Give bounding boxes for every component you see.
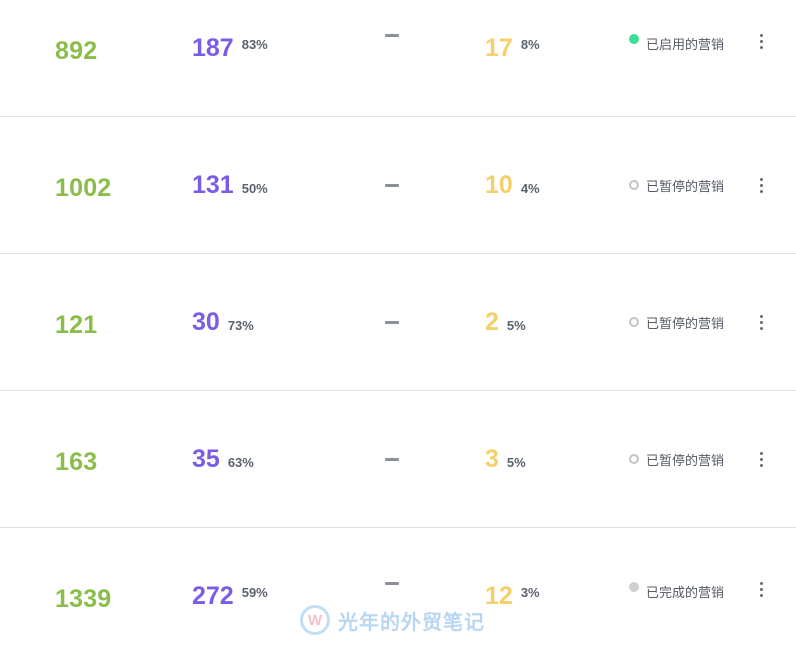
- click-count-empty: [385, 34, 399, 37]
- sent-count: 1339: [55, 585, 112, 613]
- status-badge: 已暂停的营销: [629, 254, 724, 390]
- click-count-empty: [385, 183, 399, 187]
- more-vertical-icon[interactable]: [759, 582, 763, 597]
- unsubscribe-count: 17: [485, 34, 513, 62]
- open-rate: 50%: [241, 180, 268, 196]
- open-count: 35: [192, 444, 220, 473]
- status-label: 已暂停的营销: [646, 179, 725, 195]
- open-rate: 83%: [241, 37, 268, 52]
- status-dot-icon: [629, 454, 639, 464]
- more-vertical-icon[interactable]: [759, 314, 763, 330]
- sent-count: 892: [55, 37, 98, 65]
- status-dot-icon: [629, 180, 639, 190]
- click-count-empty: [385, 582, 399, 585]
- open-count: 30: [192, 307, 220, 336]
- unsubscribe-count: 10: [485, 170, 513, 199]
- more-vertical-icon[interactable]: [759, 451, 763, 467]
- sent-count: 121: [55, 310, 98, 339]
- open-count: 131: [192, 170, 234, 199]
- status-badge: 已暂停的营销: [629, 117, 724, 253]
- click-count-empty: [385, 457, 399, 461]
- status-label: 已暂停的营销: [646, 316, 725, 332]
- unsubscribe-rate: 5%: [506, 317, 526, 333]
- open-count: 272: [192, 582, 234, 610]
- sent-count: 1002: [55, 173, 112, 202]
- open-rate: 59%: [241, 585, 268, 600]
- campaign-stats-table: 892 187 83% 17 8% 已启用的营销 1002 131 50% 10…: [0, 0, 796, 665]
- status-label: 已暂停的营销: [646, 453, 725, 469]
- status-dot-icon: [629, 34, 639, 44]
- table-row[interactable]: 163 35 63% 3 5% 已暂停的营销: [0, 391, 796, 528]
- more-vertical-icon[interactable]: [759, 34, 763, 49]
- more-vertical-icon[interactable]: [759, 177, 763, 193]
- status-dot-icon: [629, 317, 639, 327]
- unsubscribe-rate: 5%: [506, 454, 526, 470]
- status-label: 已启用的营销: [646, 38, 725, 53]
- open-rate: 63%: [227, 454, 254, 470]
- unsubscribe-rate: 3%: [520, 585, 540, 600]
- click-count-empty: [385, 320, 399, 324]
- open-rate: 73%: [227, 317, 254, 333]
- status-badge: 已暂停的营销: [629, 391, 724, 527]
- unsubscribe-count: 3: [485, 444, 499, 473]
- status-dot-icon: [629, 582, 639, 592]
- status-label: 已完成的营销: [646, 586, 725, 601]
- table-row[interactable]: 892 187 83% 17 8% 已启用的营销: [0, 0, 796, 117]
- status-badge: 已启用的营销: [629, 0, 724, 116]
- unsubscribe-rate: 4%: [520, 180, 540, 196]
- table-row[interactable]: 1002 131 50% 10 4% 已暂停的营销: [0, 117, 796, 254]
- table-row[interactable]: 1339 272 59% 12 3% 已完成的营销: [0, 528, 796, 665]
- sent-count: 163: [55, 447, 98, 476]
- table-row[interactable]: 121 30 73% 2 5% 已暂停的营销: [0, 254, 796, 391]
- open-count: 187: [192, 34, 234, 62]
- unsubscribe-rate: 8%: [520, 37, 540, 52]
- unsubscribe-count: 2: [485, 307, 499, 336]
- unsubscribe-count: 12: [485, 582, 513, 610]
- status-badge: 已完成的营销: [629, 528, 724, 665]
